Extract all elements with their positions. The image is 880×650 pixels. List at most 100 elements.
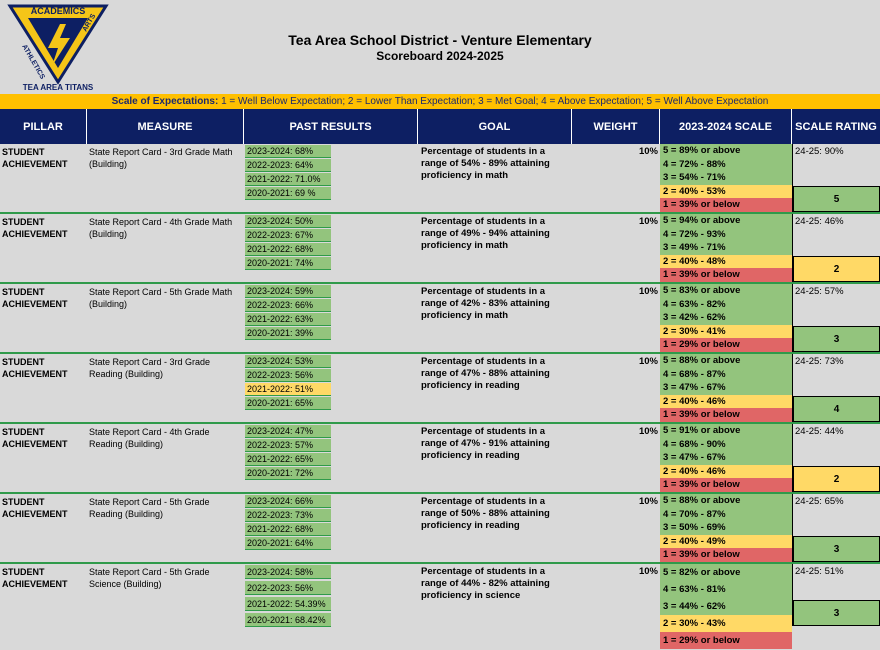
scale-level: 5 = 82% or above — [660, 564, 792, 581]
scale-level: 2 = 30% - 43% — [660, 615, 792, 632]
scale-of-expectations: Scale of Expectations: 1 = Well Below Ex… — [0, 94, 880, 109]
past-result-item: 2020-2021: 72% — [245, 467, 331, 480]
scale-level: 4 = 72% - 88% — [660, 157, 792, 172]
col-header-scale: 2023-2024 SCALE — [660, 109, 792, 144]
col-header-goal: GOAL — [418, 109, 572, 144]
scale-level: 3 = 44% - 62% — [660, 598, 792, 615]
scale-level: 4 = 72% - 93% — [660, 227, 792, 242]
past-result-item: 2022-2023: 64% — [245, 159, 331, 172]
scale-level: 1 = 39% or below — [660, 548, 792, 562]
scale-level: 2 = 40% - 49% — [660, 534, 792, 549]
scale-rating-badge: 3 — [793, 536, 880, 562]
rating-result-text: 24-25: 73% — [795, 356, 844, 367]
measure-cell: State Report Card - 4th Grade Reading (B… — [89, 427, 210, 449]
scale-cell: 5 = 82% or above 4 = 63% - 81% 3 = 44% - 6… — [660, 564, 792, 649]
past-result-item: 2022-2023: 56% — [245, 581, 331, 595]
weight-cell: 10% — [638, 566, 658, 577]
pillar-cell: STUDENT ACHIEVEMENT — [2, 287, 68, 309]
scale-level: 1 = 39% or below — [660, 478, 792, 492]
scale-level: 1 = 29% or below — [660, 338, 792, 352]
scale-level: 3 = 47% - 67% — [660, 381, 792, 395]
scale-label: Scale of Expectations: — [111, 96, 219, 107]
measure-cell: State Report Card - 4th Grade Math (Buil… — [89, 217, 233, 239]
pillar-cell: STUDENT ACHIEVEMENT — [2, 217, 68, 239]
scale-level: 3 = 47% - 67% — [660, 451, 792, 465]
weight-cell: 10% — [638, 496, 658, 507]
col-header-weight: WEIGHT — [572, 109, 660, 144]
past-results-cell: 2023-2024: 59% 2022-2023: 66% 2021-2022: 6… — [245, 285, 331, 341]
col-header-pillar: PILLAR — [0, 109, 87, 144]
past-result-item: 2020-2021: 68.42% — [245, 613, 331, 627]
pillar-cell: STUDENT ACHIEVEMENT — [2, 147, 68, 169]
scale-level: 5 = 91% or above — [660, 424, 792, 438]
measure-cell: State Report Card - 5th Grade Science (B… — [89, 567, 210, 589]
past-result-item: 2021-2022: 54.39% — [245, 597, 331, 611]
col-header-past-results: PAST RESULTS — [244, 109, 418, 144]
scale-level: 3 = 50% - 69% — [660, 521, 792, 535]
scale-level: 1 = 29% or below — [660, 632, 792, 649]
past-result-item: 2023-2024: 47% — [245, 425, 331, 438]
past-result-item: 2023-2024: 53% — [245, 355, 331, 368]
scoreboard-rows: STUDENT ACHIEVEMENT State Report Card - 3… — [0, 144, 880, 649]
table-row: STUDENT ACHIEVEMENT State Report Card - 5… — [0, 494, 880, 564]
table-row: STUDENT ACHIEVEMENT State Report Card - 5… — [0, 284, 880, 354]
past-result-item: 2020-2021: 74% — [245, 257, 331, 270]
page-subtitle: Scoreboard 2024-2025 — [376, 49, 504, 63]
scale-rating-badge: 3 — [793, 326, 880, 352]
scale-level: 5 = 88% or above — [660, 494, 792, 508]
scale-level: 5 = 88% or above — [660, 354, 792, 368]
scale-level: 2 = 40% - 46% — [660, 394, 792, 409]
pillar-cell: STUDENT ACHIEVEMENT — [2, 357, 68, 379]
goal-cell: Percentage of students in a range of 42%… — [421, 286, 550, 321]
scale-level: 4 = 68% - 90% — [660, 437, 792, 452]
scale-cell: 5 = 88% or above 4 = 70% - 87% 3 = 50% - 6… — [660, 494, 792, 562]
goal-cell: Percentage of students in a range of 47%… — [421, 356, 550, 391]
table-row: STUDENT ACHIEVEMENT State Report Card - 4… — [0, 424, 880, 494]
scale-rating-badge: 3 — [793, 600, 880, 626]
scale-level: 4 = 63% - 82% — [660, 297, 792, 312]
table-row: STUDENT ACHIEVEMENT State Report Card - 3… — [0, 144, 880, 214]
table-row: STUDENT ACHIEVEMENT State Report Card - 4… — [0, 214, 880, 284]
rating-result-text: 24-25: 65% — [795, 496, 844, 507]
past-result-item: 2023-2024: 58% — [245, 565, 331, 579]
goal-cell: Percentage of students in a range of 54%… — [421, 146, 550, 181]
past-result-item: 2020-2021: 65% — [245, 397, 331, 410]
past-results-cell: 2023-2024: 53% 2022-2023: 56% 2021-2022: 5… — [245, 355, 331, 411]
past-results-cell: 2023-2024: 58% 2022-2023: 56% 2021-2022: 5… — [245, 565, 331, 629]
past-result-item: 2020-2021: 64% — [245, 537, 331, 550]
past-result-item: 2021-2022: 51% — [245, 383, 331, 396]
past-result-item: 2022-2023: 67% — [245, 229, 331, 242]
past-result-item: 2022-2023: 56% — [245, 369, 331, 382]
scale-level: 5 = 89% or above — [660, 144, 792, 158]
scale-cell: 5 = 89% or above 4 = 72% - 88% 3 = 54% - 7… — [660, 144, 792, 212]
past-result-item: 2022-2023: 73% — [245, 509, 331, 522]
pillar-cell: STUDENT ACHIEVEMENT — [2, 497, 68, 519]
past-result-item: 2022-2023: 66% — [245, 299, 331, 312]
table-row: STUDENT ACHIEVEMENT State Report Card - 5… — [0, 564, 880, 649]
past-result-item: 2021-2022: 68% — [245, 243, 331, 256]
logo-top-text: ACADEMICS — [31, 6, 86, 16]
rating-result-text: 24-25: 57% — [795, 286, 844, 297]
past-result-item: 2020-2021: 69 % — [245, 187, 331, 200]
past-result-item: 2023-2024: 66% — [245, 495, 331, 508]
pillar-cell: STUDENT ACHIEVEMENT — [2, 567, 68, 589]
past-results-cell: 2023-2024: 47% 2022-2023: 57% 2021-2022: 6… — [245, 425, 331, 481]
scale-level: 3 = 42% - 62% — [660, 311, 792, 325]
scale-level: 3 = 49% - 71% — [660, 241, 792, 255]
scale-rating-badge: 2 — [793, 466, 880, 492]
scale-level: 5 = 94% or above — [660, 214, 792, 228]
past-results-cell: 2023-2024: 66% 2022-2023: 73% 2021-2022: 6… — [245, 495, 331, 551]
scale-cell: 5 = 88% or above 4 = 68% - 87% 3 = 47% - 6… — [660, 354, 792, 422]
page-title: Tea Area School District - Venture Eleme… — [288, 32, 592, 48]
scale-level: 2 = 40% - 46% — [660, 464, 792, 479]
past-result-item: 2021-2022: 68% — [245, 523, 331, 536]
scale-rating-badge: 4 — [793, 396, 880, 422]
goal-cell: Percentage of students in a range of 50%… — [421, 496, 550, 531]
scale-level: 4 = 70% - 87% — [660, 507, 792, 522]
rating-result-text: 24-25: 90% — [795, 146, 844, 157]
scale-cell: 5 = 94% or above 4 = 72% - 93% 3 = 49% - 7… — [660, 214, 792, 282]
weight-cell: 10% — [638, 216, 658, 227]
logo-bottom-text: TEA AREA TITANS — [23, 83, 94, 92]
weight-cell: 10% — [638, 286, 658, 297]
past-result-item: 2023-2024: 59% — [245, 285, 331, 298]
